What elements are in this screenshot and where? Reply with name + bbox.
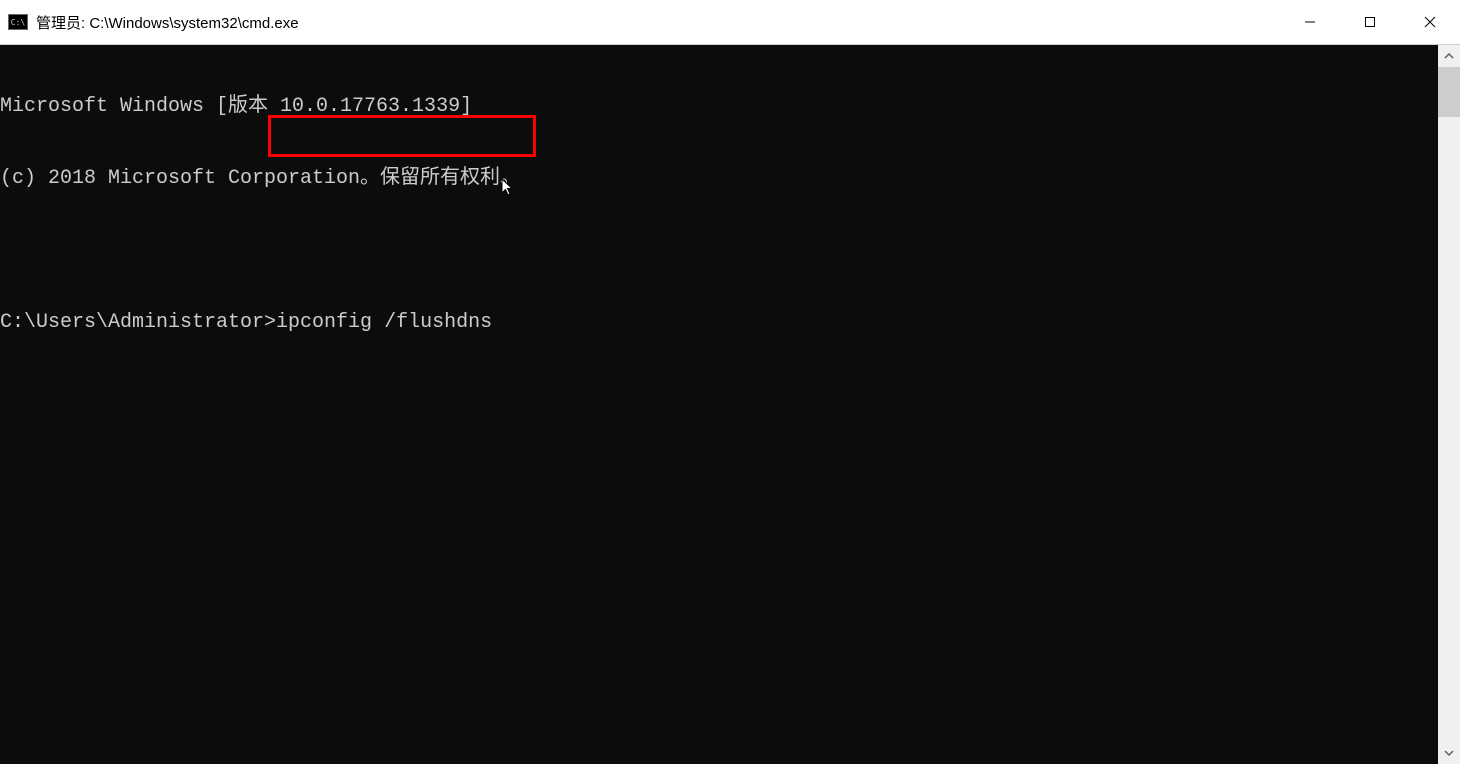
scrollbar-thumb[interactable] [1438,67,1460,117]
terminal-line-blank [0,239,1460,263]
chevron-down-icon [1444,750,1454,756]
maximize-icon [1364,16,1376,28]
cmd-icon-text: C:\ [11,18,25,27]
terminal-line-version: Microsoft Windows [版本 10.0.17763.1339] [0,95,1460,119]
titlebar-controls [1280,0,1460,44]
minimize-icon [1304,16,1316,28]
window-title: 管理员: C:\Windows\system32\cmd.exe [36,12,299,33]
titlebar: C:\ 管理员: C:\Windows\system32\cmd.exe [0,0,1460,45]
cmd-icon: C:\ [8,14,28,30]
scrollbar-up-button[interactable] [1438,45,1460,67]
terminal-prompt: C:\Users\Administrator> [0,311,276,335]
chevron-up-icon [1444,53,1454,59]
titlebar-left: C:\ 管理员: C:\Windows\system32\cmd.exe [8,12,299,33]
mouse-cursor-icon [452,153,516,229]
terminal-line-copyright: (c) 2018 Microsoft Corporation。保留所有权利。 [0,167,1460,191]
terminal-command[interactable]: ipconfig /flushdns [276,311,492,335]
vertical-scrollbar[interactable] [1438,45,1460,764]
close-icon [1424,16,1436,28]
terminal[interactable]: Microsoft Windows [版本 10.0.17763.1339] (… [0,45,1460,764]
annotation-highlight-box [268,115,536,157]
minimize-button[interactable] [1280,0,1340,44]
close-button[interactable] [1400,0,1460,44]
maximize-button[interactable] [1340,0,1400,44]
terminal-prompt-line: C:\Users\Administrator>ipconfig /flushdn… [0,311,1460,335]
scrollbar-down-button[interactable] [1438,742,1460,764]
